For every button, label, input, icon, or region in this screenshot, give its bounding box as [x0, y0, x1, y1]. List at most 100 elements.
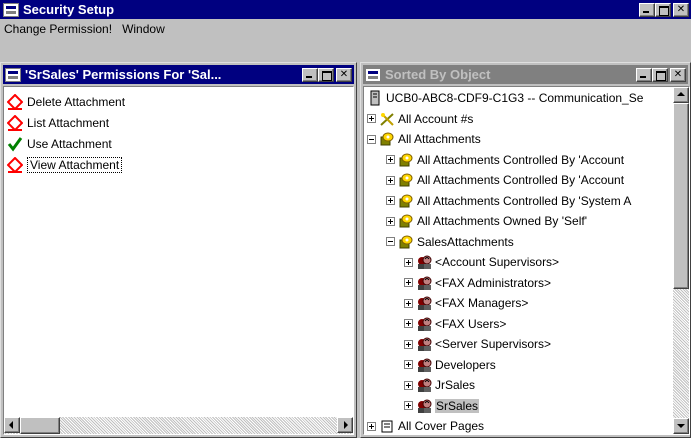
collapse-icon[interactable] [367, 134, 376, 144]
user-group-icon [418, 399, 432, 413]
close-button[interactable]: ✕ [670, 67, 686, 82]
permissions-window-title: 'SrSales' Permissions For 'Sal... [25, 67, 222, 82]
permission-label: View Attachment [27, 156, 123, 173]
menu-change-permission[interactable]: Change Permission! [4, 22, 112, 36]
tree-node[interactable]: <FAX Users> [404, 314, 506, 334]
object-vertical-scrollbar[interactable] [673, 87, 689, 434]
user-group-icon [418, 255, 432, 269]
tree-node[interactable]: All Attachments Controlled By 'Account [386, 150, 624, 170]
window-icon[interactable] [5, 67, 21, 82]
permission-item[interactable]: List Attachment [4, 112, 353, 133]
expand-icon[interactable] [386, 196, 395, 205]
object-window-title: Sorted By Object [385, 67, 491, 82]
scroll-up-button[interactable] [673, 87, 689, 103]
close-button[interactable]: ✕ [336, 67, 352, 82]
scroll-thumb[interactable] [20, 417, 60, 434]
expand-icon[interactable] [404, 339, 413, 349]
permissions-horizontal-scrollbar[interactable] [4, 417, 353, 434]
tree-node[interactable]: <Server Supervisors> [404, 334, 551, 354]
minimize-button[interactable] [302, 67, 318, 82]
tree-node-label: All Account #s [398, 111, 474, 126]
expand-icon[interactable] [404, 360, 413, 369]
minimize-button[interactable] [639, 2, 655, 17]
expand-icon[interactable] [404, 380, 413, 390]
expand-icon[interactable] [367, 114, 376, 123]
tree-node[interactable]: SalesAttachments [386, 232, 514, 252]
user-group-icon [418, 378, 432, 392]
tree-node[interactable]: <FAX Administrators> [404, 273, 551, 293]
permission-item[interactable]: Delete Attachment [4, 91, 353, 112]
scroll-thumb[interactable] [673, 103, 689, 289]
tree-node[interactable]: <FAX Managers> [404, 293, 528, 313]
expand-icon[interactable] [404, 278, 413, 287]
attachment-group-icon [399, 153, 413, 166]
expand-icon[interactable] [404, 401, 413, 410]
tree-node[interactable]: All Attachments [367, 129, 481, 149]
expand-icon[interactable] [367, 421, 376, 431]
app-icon[interactable] [3, 2, 19, 17]
app-title-bar[interactable]: Security Setup ✕ [0, 0, 691, 19]
tree-node-label: JrSales [435, 378, 476, 392]
scroll-down-button[interactable] [673, 418, 689, 434]
server-icon [370, 90, 380, 106]
tree-node[interactable]: All Attachments Controlled By 'System A [386, 191, 631, 211]
cover-pages-icon [381, 420, 393, 433]
tree-node[interactable]: All Cover Pages [367, 416, 484, 434]
collapse-icon[interactable] [386, 237, 395, 246]
permissions-list: Delete Attachment List Attachment Use Atta… [3, 86, 354, 435]
scroll-right-button[interactable] [337, 417, 353, 433]
tree-node-label: <FAX Users> [435, 316, 507, 331]
permission-label: List Attachment [27, 115, 110, 130]
tree-node-label: SalesAttachments [417, 234, 514, 249]
tree-node-label: All Attachments Controlled By 'Account [417, 173, 625, 187]
expand-icon[interactable] [386, 216, 395, 226]
attachment-group-icon [399, 214, 413, 228]
permissions-window-title-bar[interactable]: 'SrSales' Permissions For 'Sal... ✕ [3, 65, 354, 84]
tree-node-label: All Attachments Owned By 'Self' [417, 214, 587, 228]
window-icon[interactable] [365, 67, 381, 82]
maximize-button[interactable] [655, 2, 671, 17]
tree-node[interactable]: SrSales [404, 396, 480, 416]
expand-icon[interactable] [404, 319, 413, 328]
close-button[interactable]: ✕ [673, 2, 689, 17]
maximize-button[interactable] [652, 67, 668, 82]
app-window-buttons: ✕ [639, 2, 689, 17]
tree-node[interactable]: UCB0-ABC8-CDF9-C1G3 -- Communication_Se [367, 88, 643, 108]
expand-icon[interactable] [404, 257, 413, 267]
expand-icon[interactable] [386, 175, 395, 185]
user-group-icon [418, 276, 432, 290]
security-setup-app: Security Setup ✕ Change Permission! Wind… [0, 0, 691, 438]
scroll-left-button[interactable] [4, 417, 20, 433]
tree-node[interactable]: All Attachments Controlled By 'Account [386, 170, 624, 190]
granted-check-icon [7, 136, 23, 151]
attachment-group-icon [399, 173, 413, 187]
tree-node[interactable]: <Account Supervisors> [404, 252, 559, 272]
account-icon [380, 112, 394, 126]
permissions-window-buttons: ✕ [302, 67, 352, 82]
permission-label: Delete Attachment [27, 94, 126, 109]
user-group-icon [418, 358, 432, 372]
menu-bar: Change Permission! Window [0, 19, 691, 39]
tree-node[interactable]: All Attachments Owned By 'Self' [386, 211, 587, 231]
tree-node-label: SrSales [435, 398, 480, 413]
permission-item[interactable]: Use Attachment [4, 133, 353, 154]
tree-node-label: Developers [435, 357, 496, 372]
tree-node[interactable]: JrSales [404, 375, 475, 395]
tree-node-label: All Cover Pages [398, 419, 485, 433]
permissions-list-items: Delete Attachment List Attachment Use Atta… [4, 87, 353, 175]
tree-node-label: All Attachments Controlled By 'System A [417, 193, 632, 208]
tree-node-label: <Account Supervisors> [435, 255, 560, 269]
minimize-button[interactable] [636, 67, 652, 82]
tree-node[interactable]: All Account #s [367, 109, 473, 129]
object-window-title-bar[interactable]: Sorted By Object ✕ [363, 65, 688, 84]
expand-icon[interactable] [386, 155, 395, 164]
permissions-window: 'SrSales' Permissions For 'Sal... ✕ Dele… [0, 62, 357, 438]
app-title: Security Setup [23, 2, 115, 17]
maximize-button[interactable] [318, 67, 334, 82]
permission-item[interactable]: View Attachment [4, 154, 353, 175]
tree-node[interactable]: Developers [404, 355, 496, 375]
menu-window[interactable]: Window [122, 22, 165, 36]
not-granted-icon [7, 93, 23, 110]
expand-icon[interactable] [404, 298, 413, 308]
object-tree-items: UCB0-ABC8-CDF9-C1G3 -- Communication_Se A… [364, 87, 673, 434]
